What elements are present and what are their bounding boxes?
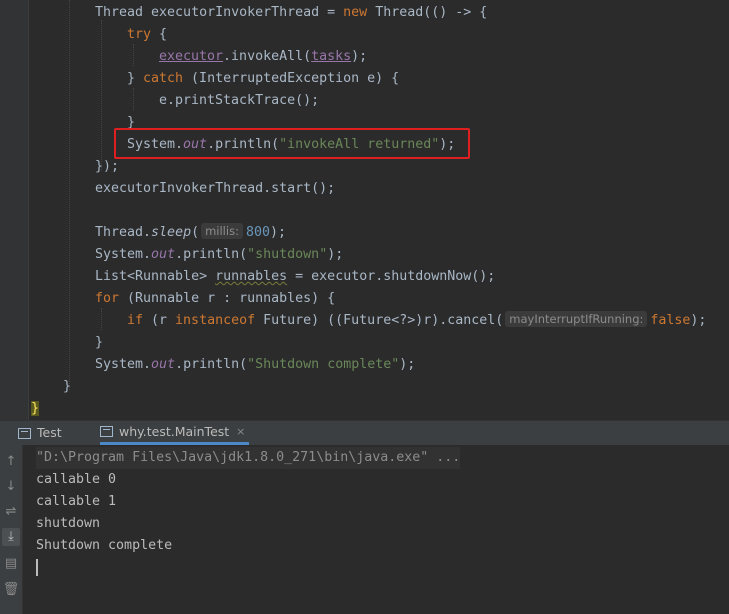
code-line: System.out.println("Shutdown complete");	[95, 357, 416, 372]
run-config-icon	[18, 427, 31, 439]
arrow-down-icon[interactable]: ↓	[2, 478, 20, 496]
trash-icon[interactable]: 🗑	[2, 581, 20, 599]
code-line: } catch (InterruptedException e) {	[127, 71, 400, 86]
code-line: executorInvokerThread.start();	[95, 181, 336, 196]
code-line: System.out.println("shutdown");	[95, 247, 344, 262]
parameter-hint: mayInterruptIfRunning:	[505, 311, 648, 327]
code-line: }	[31, 401, 40, 416]
print-icon[interactable]: ▤	[2, 555, 20, 573]
code-line: for (Runnable r : runnables) {	[95, 291, 336, 306]
console-toolbar: ↑ ↓ ⇌ ⤓ ▤ 🗑	[0, 445, 23, 614]
code-line: try {	[127, 27, 168, 42]
scroll-to-end-icon[interactable]: ⤓	[2, 528, 20, 546]
text-cursor	[36, 559, 38, 576]
console-output[interactable]: "D:\Program Files\Java\jdk1.8.0_271\bin\…	[23, 445, 729, 614]
code-line: });	[95, 159, 120, 174]
red-highlight-box	[114, 128, 470, 159]
code-line: Thread executorInvokerThread = new Threa…	[95, 5, 488, 20]
indent-guide	[69, 0, 70, 390]
code-line: if (r instanceof Future) ((Future<?>)r).…	[127, 311, 707, 328]
code-line: Thread.sleep(millis: 800);	[95, 223, 286, 240]
close-icon[interactable]: ×	[236, 420, 245, 444]
indent-guide	[133, 88, 134, 110]
soft-wrap-icon[interactable]: ⇌	[2, 503, 20, 521]
tab-label: why.test.MainTest	[119, 423, 230, 439]
code-line: }	[63, 379, 72, 394]
arrow-up-icon[interactable]: ↑	[2, 453, 20, 471]
indent-guide	[101, 308, 102, 330]
tab-why-test-maintest[interactable]: why.test.MainTest ×	[100, 420, 250, 445]
tab-label: Test	[37, 425, 62, 440]
run-tool-window-tabs: Test why.test.MainTest ×	[0, 420, 729, 446]
code-line: executor.invokeAll(tasks);	[159, 49, 368, 64]
run-config-icon	[100, 426, 113, 437]
indent-guide	[133, 44, 134, 66]
console-line: callable 0	[36, 472, 117, 487]
tab-test[interactable]: Test	[18, 421, 62, 445]
code-editor[interactable]: Thread executorInvokerThread = new Threa…	[0, 0, 729, 420]
console-line: shutdown	[36, 516, 101, 531]
code-line: }	[95, 335, 104, 350]
console-line: Shutdown complete	[36, 538, 173, 553]
code-line: List<Runnable> runnables = executor.shut…	[95, 269, 496, 284]
parameter-hint: millis:	[201, 223, 243, 239]
code-line: e.printStackTrace();	[159, 93, 320, 108]
editor-gutter	[0, 0, 29, 420]
console-line: callable 1	[36, 494, 117, 509]
console-line: "D:\Program Files\Java\jdk1.8.0_271\bin\…	[36, 447, 461, 469]
indent-guide	[101, 20, 102, 170]
